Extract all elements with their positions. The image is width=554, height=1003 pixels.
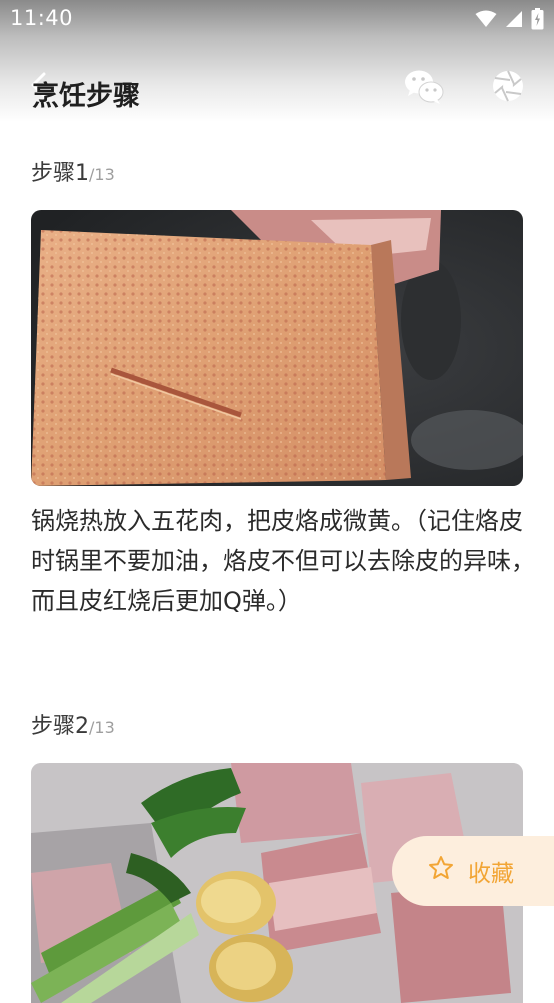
star-icon [428,855,454,887]
step-total: /13 [89,718,115,737]
header: 11:40 烹饪步骤 [0,0,554,122]
share-wechat-button[interactable] [404,68,444,106]
pork-belly-searing-photo [31,210,523,486]
favorite-label: 收藏 [468,861,514,887]
aperture-icon [490,70,526,108]
battery-icon [531,8,544,30]
step-image-1[interactable] [31,210,523,486]
wechat-icon [404,70,444,110]
step-total: /13 [89,165,115,184]
toolbar: 烹饪步骤 [0,62,554,118]
step-heading-1: 步骤1/13 [31,155,115,187]
signal-icon [505,10,523,28]
wifi-icon [475,10,497,28]
status-time: 11:40 [10,6,74,30]
page-title: 烹饪步骤 [32,81,140,112]
favorite-button[interactable]: 收藏 [392,836,554,906]
step-description-1: 锅烧热放入五花肉，把皮烙成微黄。（记住烙皮时锅里不要加油，烙皮不但可以去除皮的异… [31,507,535,615]
step-heading-2: 步骤2/13 [31,708,115,740]
step-label: 步骤2 [31,714,89,739]
status-icons [475,8,544,30]
share-moments-button[interactable] [490,68,526,104]
step-label: 步骤1 [31,161,89,186]
status-bar: 11:40 [0,0,554,38]
